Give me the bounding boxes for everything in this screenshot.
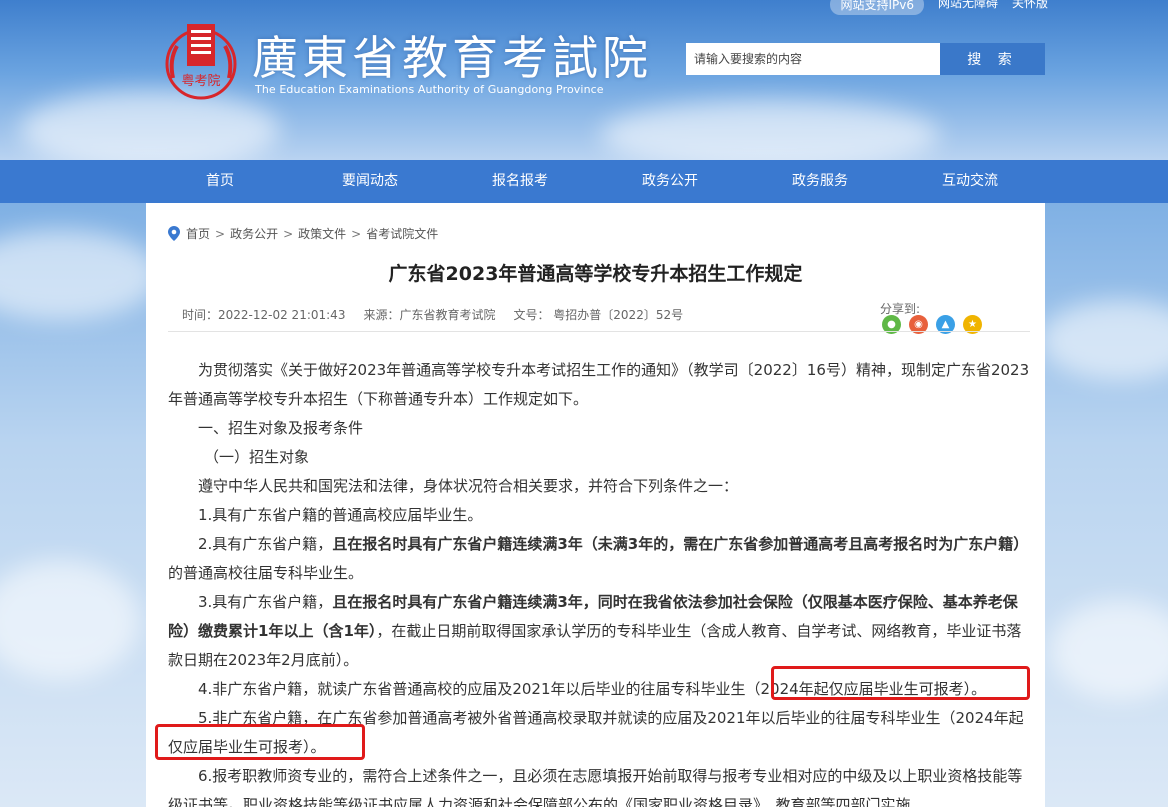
conditions-paragraph: 遵守中华人民共和国宪法和法律，身体状况符合相关要求，并符合下列条件之一： <box>198 477 739 495</box>
location-pin-icon <box>168 226 180 241</box>
document-number: 文号： 粤招办普〔2022〕52号 <box>513 308 684 322</box>
nav-registration[interactable]: 报名报考 <box>460 160 580 203</box>
nav-interaction[interactable]: 互动交流 <box>910 160 1030 203</box>
article-source: 来源：广东省教育考试院 <box>363 308 496 322</box>
site-title: 廣東省教育考試院 <box>252 31 652 85</box>
care-mode-link[interactable]: 关怀版 <box>1012 0 1048 15</box>
nav-news[interactable]: 要闻动态 <box>310 160 430 203</box>
search-box: 搜 索 <box>686 43 1045 75</box>
logo-text: 粤考院 <box>181 73 220 89</box>
nav-government-affairs[interactable]: 政务公开 <box>610 160 730 203</box>
highlight-box <box>771 666 1030 700</box>
cloud-decoration <box>600 100 940 160</box>
breadcrumb-separator: > <box>215 226 226 241</box>
main-nav: 首页 要闻动态 报名报考 政务公开 政务服务 互动交流 <box>0 160 1168 203</box>
subsection-heading: （一）招生对象 <box>204 448 310 466</box>
condition-item-2: 2.具有广东省户籍，且在报名时具有广东省户籍连续满3年（未满3年的，需在广东省参… <box>168 535 1029 582</box>
eeagd-logo[interactable]: 粤考院 <box>163 20 239 104</box>
breadcrumb-policy-files[interactable]: 政策文件 <box>298 225 346 242</box>
breadcrumb-separator: > <box>351 226 362 241</box>
site-header: 网站支持IPv6 网站无障碍 关怀版 粤考院 廣東省教育考試院 The Educ… <box>0 0 1168 160</box>
intro-paragraph: 为贯彻落实《关于做好2023年普通高等学校专升本考试招生工作的通知》（教学司〔2… <box>168 361 1030 408</box>
nav-home[interactable]: 首页 <box>160 160 280 203</box>
article-meta: 时间：2022-12-02 21:01:43 来源：广东省教育考试院 文号： 粤… <box>182 306 683 323</box>
cloud-decoration <box>1040 300 1168 380</box>
breadcrumb-government-affairs[interactable]: 政务公开 <box>230 225 278 242</box>
accessibility-link[interactable]: 网站无障碍 <box>938 0 998 15</box>
ipv6-link[interactable]: 网站支持IPv6 <box>830 0 924 15</box>
search-button[interactable]: 搜 索 <box>940 43 1045 75</box>
site-subtitle: The Education Examinations Authority of … <box>255 83 604 96</box>
nav-services[interactable]: 政务服务 <box>760 160 880 203</box>
section-heading: 一、招生对象及报考条件 <box>198 419 364 437</box>
cloud-decoration <box>1050 600 1168 700</box>
cloud-decoration <box>20 90 280 160</box>
breadcrumb: 首页 > 政务公开 > 政策文件 > 省考试院文件 <box>168 225 438 242</box>
article-title: 广东省2023年普通高等学校专升本招生工作规定 <box>388 263 803 285</box>
breadcrumb-home[interactable]: 首页 <box>186 225 210 242</box>
search-input[interactable] <box>686 43 940 75</box>
divider <box>168 331 1030 332</box>
condition-item-1: 1.具有广东省户籍的普通高校应届毕业生。 <box>198 506 483 524</box>
cloud-decoration <box>0 560 140 680</box>
publish-time: 时间：2022-12-02 21:01:43 <box>182 308 346 322</box>
highlight-box <box>155 724 365 760</box>
condition-item-3: 3.具有广东省户籍，且在报名时具有广东省户籍连续满3年，同时在我省依法参加社会保… <box>168 593 1022 669</box>
article-panel: 首页 > 政务公开 > 政策文件 > 省考试院文件 广东省2023年普通高等学校… <box>146 203 1045 807</box>
top-links: 网站支持IPv6 网站无障碍 关怀版 <box>830 0 1048 15</box>
cloud-decoration <box>0 230 160 320</box>
breadcrumb-separator: > <box>283 226 294 241</box>
breadcrumb-institute-files[interactable]: 省考试院文件 <box>366 225 438 242</box>
condition-item-6: 6.报考职教师资专业的，需符合上述条件之一，且必须在志愿填报开始前取得与报考专业… <box>168 767 1023 807</box>
